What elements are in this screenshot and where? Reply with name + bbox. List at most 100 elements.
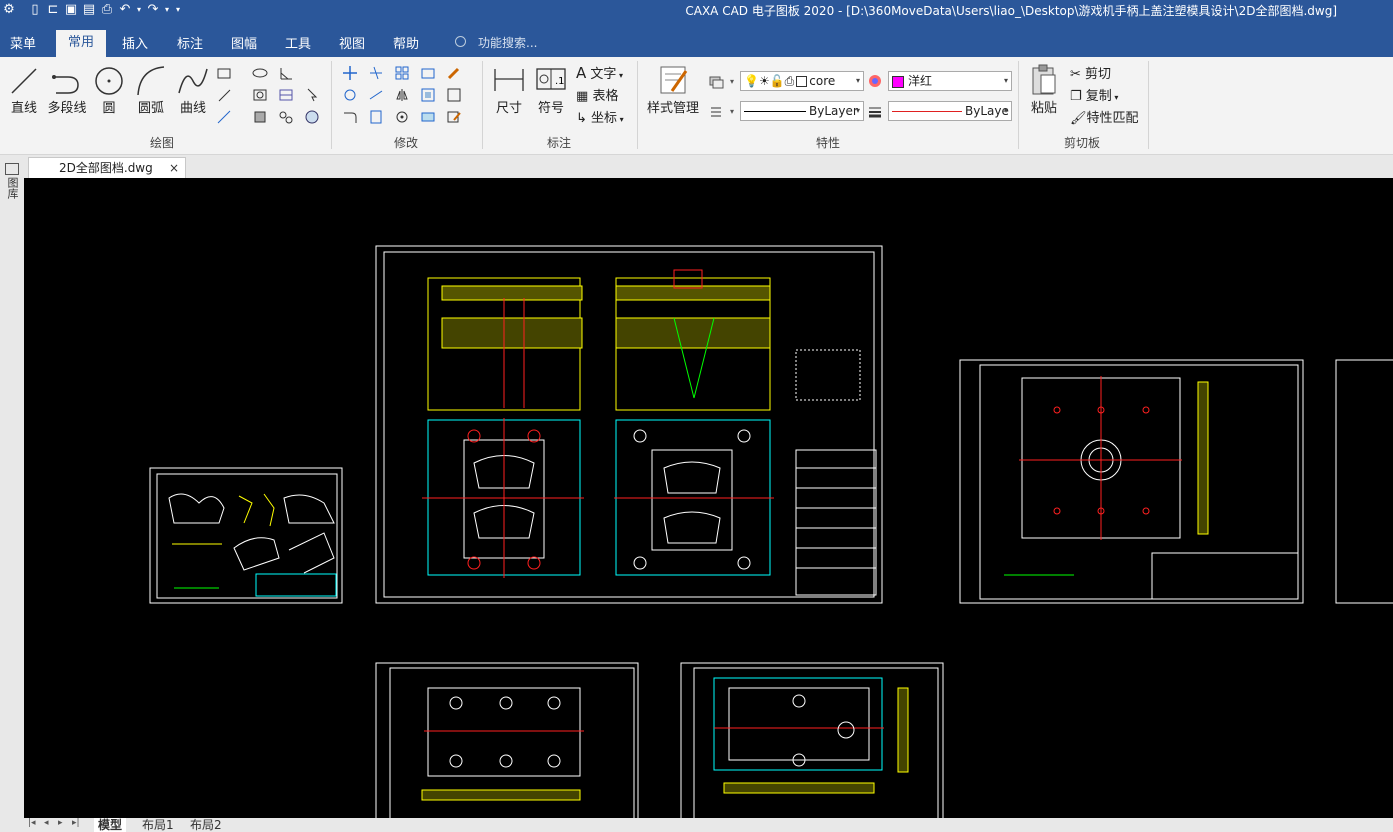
tab-layout1[interactable]: 布局1 [142, 818, 174, 832]
prev-tab-icon[interactable]: ◂ [44, 818, 49, 828]
lineweight-select[interactable]: ByLaye ▾ [888, 101, 1012, 121]
symbol-button[interactable]: .1 符号 [534, 63, 568, 116]
tab-model[interactable]: 模型 [94, 818, 127, 832]
undo-dropdown-icon[interactable]: ▾ [134, 1, 144, 19]
tab-insert[interactable]: 插入 [122, 33, 148, 52]
library-icon[interactable] [5, 163, 19, 175]
fill-icon[interactable] [252, 87, 268, 103]
chevron-down-icon: ▾ [855, 106, 860, 115]
copy-button[interactable]: ❐ 复制 ▾ [1070, 85, 1118, 104]
lineweight-icon[interactable] [867, 103, 883, 119]
save-as-icon[interactable]: ▤ [80, 1, 98, 19]
circle-button[interactable]: 圆 [93, 63, 125, 116]
coordinate-button[interactable]: ↳ 坐标 ▾ [576, 107, 624, 126]
text-button[interactable]: A 文字 ▾ [576, 63, 623, 82]
dimension-button[interactable]: 尺寸 [492, 63, 526, 116]
drawing-canvas[interactable] [24, 178, 1393, 818]
line-button[interactable]: 直线 [8, 63, 40, 116]
redo-dropdown-icon[interactable]: ▾ [162, 1, 172, 19]
drawing-sheet-bottom-1 [375, 662, 639, 818]
linetype-icon[interactable] [708, 103, 724, 119]
extend-icon[interactable] [368, 87, 384, 103]
pointer-icon[interactable] [304, 87, 320, 103]
style-manager-button[interactable]: 样式管理 [644, 63, 702, 116]
function-search-input[interactable]: 功能搜索... [478, 34, 537, 51]
table-button[interactable]: ▦ 表格 [576, 85, 618, 104]
tab-frame[interactable]: 图幅 [231, 33, 257, 52]
tab-layout2[interactable]: 布局2 [190, 818, 222, 832]
match-properties-icon: 🖌 [1070, 111, 1087, 126]
cut-button[interactable]: ✂ 剪切 [1070, 63, 1111, 82]
tab-help[interactable]: 帮助 [393, 33, 419, 52]
quick-access-toolbar: ⚙ ▯ ⊏ ▣ ▤ ⎙ ↶ ▾ ↷ ▾ ▾ [0, 0, 184, 20]
match-properties-button[interactable]: 🖌特性匹配 [1070, 107, 1139, 126]
tab-tools[interactable]: 工具 [285, 33, 311, 52]
mirror-icon[interactable] [394, 87, 410, 103]
stretch-icon[interactable] [368, 109, 384, 125]
array-icon[interactable] [394, 65, 410, 81]
polygon-icon[interactable] [278, 65, 294, 81]
close-icon[interactable]: × [169, 158, 179, 178]
offset-icon[interactable] [420, 87, 436, 103]
move-icon[interactable] [342, 65, 358, 81]
hatch-line-icon[interactable] [216, 87, 232, 103]
layer-manager-icon[interactable] [708, 73, 724, 89]
curve-button[interactable]: 曲线 [176, 63, 210, 116]
globe-icon[interactable] [304, 109, 320, 125]
coordinate-icon: ↳ [576, 111, 587, 126]
rotate-icon[interactable] [342, 87, 358, 103]
first-tab-icon[interactable]: |◂ [28, 818, 36, 828]
group-icon[interactable] [278, 109, 294, 125]
edit-icon[interactable] [446, 109, 462, 125]
block-icon[interactable] [252, 109, 268, 125]
next-tab-icon[interactable]: ▸ [58, 818, 63, 828]
group-separator [1018, 61, 1019, 149]
arc-button[interactable]: 圆弧 [134, 63, 168, 116]
rectangle-icon[interactable] [216, 65, 232, 81]
layer-manager-dropdown-icon[interactable]: ▾ [730, 77, 734, 86]
brush-icon[interactable] [446, 65, 462, 81]
linetype-select[interactable]: ByLayer ▾ [740, 101, 864, 121]
tab-common[interactable]: 常用 [56, 30, 107, 57]
circle-icon [95, 67, 123, 95]
chevron-down-icon: ▾ [855, 76, 860, 85]
lock-icon: 🔓 [769, 74, 785, 88]
tab-annotate[interactable]: 标注 [177, 33, 203, 52]
save-icon[interactable]: ▣ [62, 1, 80, 19]
customize-qa-icon[interactable]: ▾ [172, 1, 184, 19]
construction-line-icon[interactable] [216, 109, 232, 125]
explode-icon[interactable] [446, 87, 462, 103]
tab-view[interactable]: 视图 [339, 33, 365, 52]
svg-text:.1: .1 [555, 76, 565, 87]
last-tab-icon[interactable]: ▸| [72, 818, 80, 828]
dimension-icon [494, 69, 524, 91]
app-menu-icon[interactable]: ⚙ [0, 1, 18, 19]
copy-icon: ❐ [1070, 89, 1082, 104]
polyline-button[interactable]: 多段线 [46, 63, 88, 116]
search-icon[interactable] [455, 36, 466, 47]
copy-object-icon[interactable] [420, 109, 436, 125]
trim-icon[interactable] [368, 65, 384, 81]
print-icon[interactable]: ⎙ [98, 1, 116, 19]
window-title: CAXA CAD 电子图板 2020 - [D:\360MoveData\Use… [685, 4, 1337, 18]
redo-icon[interactable]: ↷ [144, 1, 162, 19]
layer-select[interactable]: 💡☀🔓⎙ core ▾ [740, 71, 864, 91]
library-label[interactable]: 图库 [4, 177, 20, 199]
linetype-dropdown-icon[interactable]: ▾ [730, 107, 734, 116]
print-icon: ⎙ [784, 74, 795, 88]
centerline-icon[interactable] [278, 87, 294, 103]
style-manager-icon [660, 66, 688, 94]
document-tab[interactable]: 2D全部图档.dwg × [28, 157, 186, 178]
undo-icon[interactable]: ↶ [116, 1, 134, 19]
tab-menu[interactable]: 菜单 [10, 33, 36, 52]
new-file-icon[interactable]: ▯ [26, 1, 44, 19]
fillet-icon[interactable] [342, 109, 358, 125]
ellipse-icon[interactable] [252, 65, 268, 81]
color-wheel-icon[interactable] [867, 73, 883, 89]
scissors-icon: ✂ [1070, 67, 1081, 82]
open-folder-icon[interactable]: ⊏ [44, 1, 62, 19]
chamfer-icon[interactable] [394, 109, 410, 125]
paste-button[interactable]: 粘贴 [1026, 63, 1062, 116]
scale-icon[interactable] [420, 65, 436, 81]
color-select[interactable]: 洋红 ▾ [888, 71, 1012, 91]
